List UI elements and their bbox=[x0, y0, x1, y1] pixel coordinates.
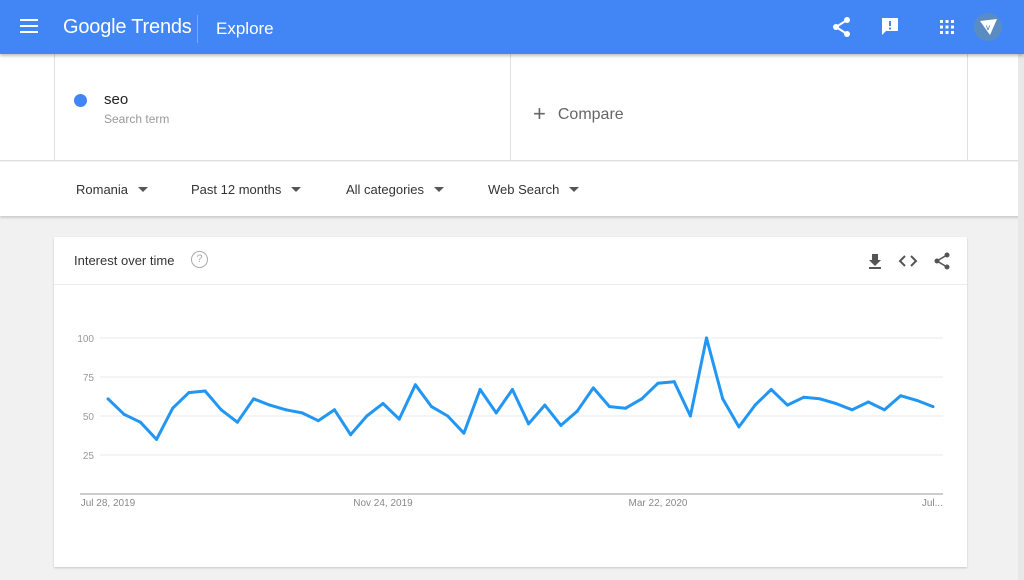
data-point bbox=[187, 391, 191, 395]
data-point bbox=[510, 387, 514, 391]
caret-down-icon bbox=[291, 187, 302, 192]
top-bar: Google Trends Explore v bbox=[0, 0, 1024, 54]
data-point bbox=[332, 408, 336, 412]
caret-down-icon bbox=[434, 187, 445, 192]
google-trends-logo[interactable]: Google Trends bbox=[63, 16, 192, 39]
data-point bbox=[462, 431, 466, 435]
filter-time-range[interactable]: Past 12 months bbox=[191, 182, 302, 197]
data-point bbox=[300, 411, 304, 415]
x-tick-label: Mar 22, 2020 bbox=[629, 498, 688, 509]
data-point bbox=[559, 423, 563, 427]
data-point bbox=[494, 411, 498, 415]
data-point bbox=[931, 405, 935, 409]
data-point bbox=[575, 409, 579, 413]
data-point bbox=[446, 414, 450, 418]
data-point bbox=[349, 433, 353, 437]
caret-down-icon bbox=[569, 187, 580, 192]
data-point bbox=[235, 420, 239, 424]
share-icon[interactable] bbox=[830, 15, 854, 39]
data-point bbox=[640, 397, 644, 401]
data-point bbox=[882, 408, 886, 412]
term-color-dot bbox=[74, 94, 87, 107]
data-point bbox=[365, 414, 369, 418]
divider bbox=[54, 54, 55, 161]
data-point bbox=[527, 422, 531, 426]
data-point bbox=[155, 437, 159, 441]
data-point bbox=[915, 398, 919, 402]
data-point bbox=[268, 403, 272, 407]
data-point bbox=[785, 403, 789, 407]
plus-icon: + bbox=[533, 101, 546, 126]
data-point bbox=[219, 408, 223, 412]
interest-chart: 25 50 75 100 Jul 28, 2019 Nov 24, 2019 Mar 22,… bbox=[77, 334, 943, 509]
y-tick-label: 100 bbox=[77, 334, 94, 345]
interest-over-time-card: Interest over time ? 25 50 75 100 Jul 28, 20… bbox=[54, 237, 967, 567]
data-point bbox=[818, 397, 822, 401]
data-point bbox=[834, 402, 838, 406]
data-point bbox=[591, 386, 595, 390]
compare-button[interactable]: + Compare bbox=[533, 101, 624, 127]
data-point bbox=[721, 397, 725, 401]
data-point bbox=[672, 380, 676, 384]
svg-text:v: v bbox=[986, 23, 990, 32]
data-point bbox=[171, 406, 175, 410]
data-point bbox=[705, 336, 709, 340]
series-line-seo bbox=[106, 336, 934, 441]
data-point bbox=[284, 408, 288, 412]
y-tick-label: 50 bbox=[83, 412, 95, 423]
filter-region[interactable]: Romania bbox=[76, 182, 149, 197]
apps-icon[interactable] bbox=[935, 15, 959, 39]
data-point bbox=[138, 420, 142, 424]
data-point bbox=[802, 395, 806, 399]
data-point bbox=[413, 383, 417, 387]
filter-label: All categories bbox=[346, 182, 425, 197]
data-point bbox=[624, 406, 628, 410]
filter-label: Web Search bbox=[488, 182, 560, 197]
data-point bbox=[478, 387, 482, 391]
x-tick-label: Jul 28, 2019 bbox=[81, 498, 136, 509]
page-title: Explore bbox=[216, 19, 274, 38]
filter-search-type[interactable]: Web Search bbox=[488, 182, 580, 197]
menu-icon[interactable] bbox=[20, 19, 38, 33]
filter-category[interactable]: All categories bbox=[346, 182, 445, 197]
data-point bbox=[203, 389, 207, 393]
data-point bbox=[122, 412, 126, 416]
search-term[interactable]: seo bbox=[104, 91, 128, 108]
data-point bbox=[769, 387, 773, 391]
data-point bbox=[688, 414, 692, 418]
data-point bbox=[430, 405, 434, 409]
x-tick-label: Nov 24, 2019 bbox=[353, 498, 413, 509]
divider bbox=[197, 15, 198, 43]
search-term-type: Search term bbox=[104, 112, 170, 126]
data-point bbox=[866, 400, 870, 404]
data-point bbox=[656, 381, 660, 385]
data-point bbox=[850, 408, 854, 412]
search-terms-panel bbox=[0, 54, 1020, 161]
divider bbox=[967, 54, 968, 161]
feedback-icon[interactable] bbox=[878, 15, 902, 39]
caret-down-icon bbox=[138, 187, 149, 192]
data-point bbox=[252, 397, 256, 401]
filter-bar: Romania Past 12 months All categories We… bbox=[0, 162, 1020, 216]
y-tick-label: 75 bbox=[83, 373, 95, 384]
y-tick-label: 25 bbox=[83, 451, 95, 462]
x-tick-label: Jul... bbox=[922, 498, 943, 509]
filter-label: Past 12 months bbox=[191, 182, 282, 197]
scrollbar[interactable] bbox=[1018, 54, 1024, 580]
data-point bbox=[543, 403, 547, 407]
data-point bbox=[899, 394, 903, 398]
data-point bbox=[607, 405, 611, 409]
data-point bbox=[381, 402, 385, 406]
avatar[interactable]: v bbox=[974, 13, 1002, 41]
compare-label: Compare bbox=[557, 106, 624, 123]
data-point bbox=[316, 419, 320, 423]
data-point bbox=[753, 403, 757, 407]
data-point bbox=[106, 397, 110, 401]
divider bbox=[510, 54, 511, 161]
data-point bbox=[737, 425, 741, 429]
filter-label: Romania bbox=[76, 182, 129, 197]
data-point bbox=[397, 417, 401, 421]
